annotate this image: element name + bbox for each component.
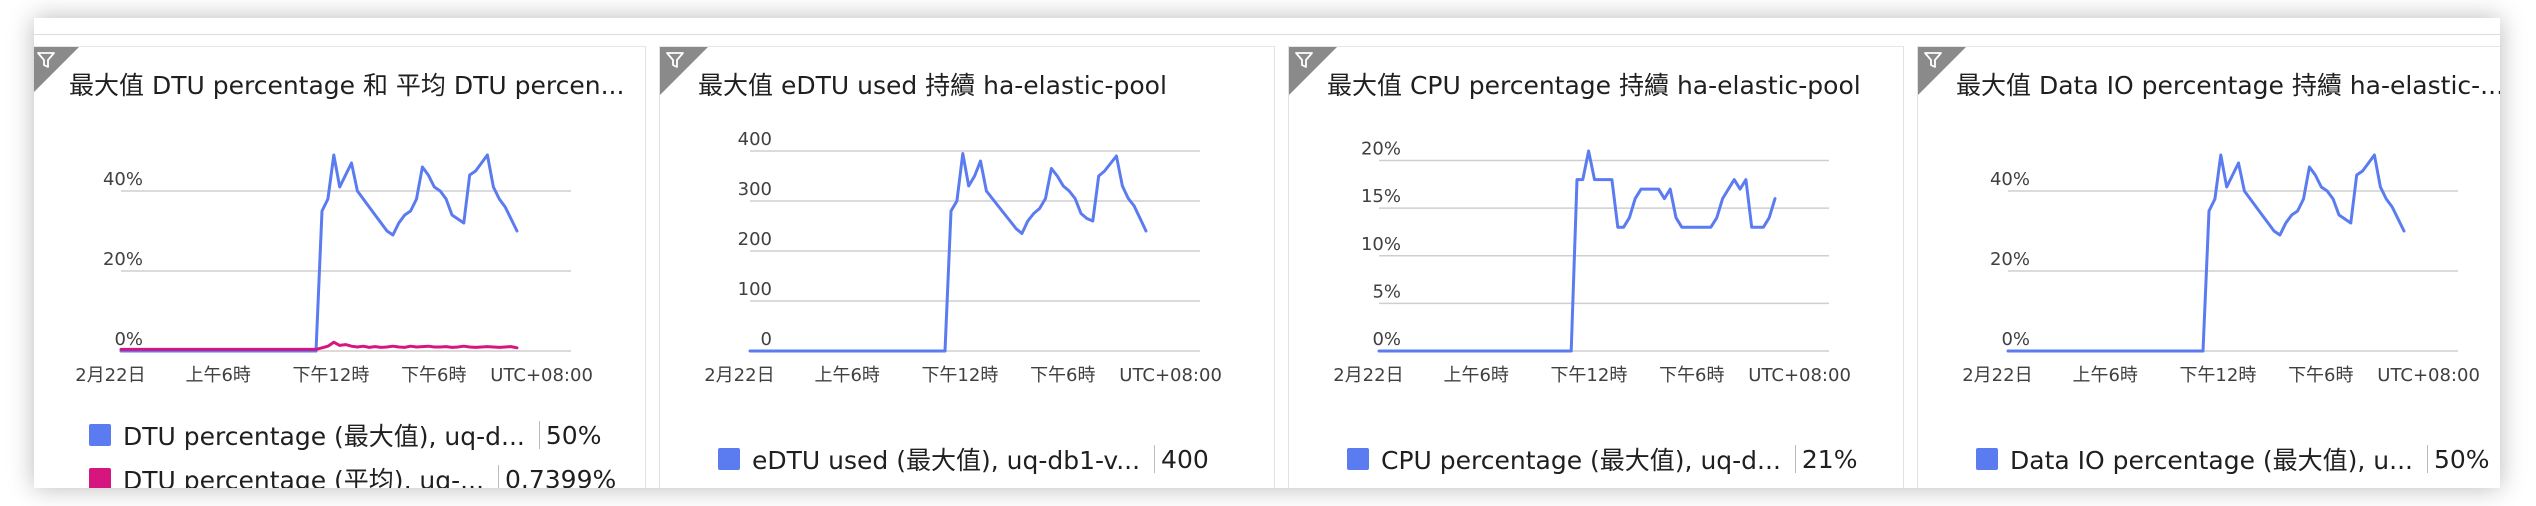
x-tick-label: 下午6時 (1030, 365, 1095, 386)
y-tick-label: 10% (1361, 234, 1401, 255)
chart-tile-edtu-used[interactable]: 最大值 eDTU used 持續 ha-elastic-pool 400 300 2… (659, 46, 1275, 488)
x-tick-label: UTC+08:00 (1748, 365, 1851, 386)
x-tick-label: 2月22日 (1962, 365, 2032, 386)
x-tick-label: UTC+08:00 (2377, 365, 2480, 386)
legend-value: 400 (1161, 444, 1209, 474)
line-chart: 40% 20% 0% 2月22日 上午6時 下午12時 下午6時 UTC+08:00 (1962, 153, 2480, 386)
dashboard-frame: 最大值 DTU percentage 和 平均 DTU percen... 40… (34, 18, 2500, 488)
chart-tile-cpu-percentage[interactable]: 最大值 CPU percentage 持續 ha-elastic-pool 20… (1288, 46, 1904, 488)
chart-tile-data-io-percentage[interactable]: 最大值 Data IO percentage 持續 ha-elastic-...… (1917, 46, 2500, 488)
x-tick-label: 上午6時 (1443, 365, 1508, 386)
y-tick-label: 0% (2001, 329, 2030, 350)
y-tick-label: 40% (103, 169, 143, 190)
x-tick-label: 下午6時 (1659, 365, 1724, 386)
legend-swatch (718, 448, 740, 470)
x-tick-label: UTC+08:00 (1119, 365, 1222, 386)
x-tick-label: 下午12時 (1550, 365, 1627, 386)
dashboard-top-strip (34, 18, 2500, 35)
y-tick-label: 200 (738, 229, 772, 250)
legend-label: DTU percentage (平均), uq-... (123, 466, 485, 488)
legend-value: 21% (1801, 444, 1858, 474)
legend-item[interactable]: DTU percentage (平均), uq-... 0.7399% (89, 461, 616, 488)
legend-item[interactable]: CPU percentage (最大值), uq-d... 21% (1347, 441, 1857, 477)
series-line-magenta (119, 340, 519, 351)
chart-tile-dtu-percentage[interactable]: 最大值 DTU percentage 和 平均 DTU percen... 40… (34, 46, 646, 488)
legend-label: eDTU used (最大值), uq-db1-v... (752, 446, 1141, 475)
x-tick-label: 上午6時 (2072, 365, 2137, 386)
legend-swatch (1976, 448, 1998, 470)
legend-divider (538, 421, 540, 449)
line-chart: 400 300 200 100 0 2月22日 上午6時 下午12時 下午6時 UTC+08:00 (704, 129, 1222, 386)
legend-label: CPU percentage (最大值), uq-d... (1381, 446, 1781, 475)
series-line-blue (1377, 149, 1777, 353)
legend-divider (2427, 445, 2428, 473)
legend-divider (1794, 445, 1796, 473)
y-tick-label: 400 (738, 129, 772, 150)
x-tick-label: 2月22日 (1333, 365, 1403, 386)
y-tick-label: 100 (738, 279, 772, 300)
y-tick-label: 0 (761, 329, 772, 350)
legend-label: DTU percentage (最大值), uq-d... (123, 422, 525, 451)
x-tick-label: UTC+08:00 (490, 365, 593, 386)
legend-divider (498, 465, 500, 488)
legend-item[interactable]: Data IO percentage (最大值), u... 50% (1976, 441, 2490, 477)
y-tick-label: 0% (114, 329, 143, 350)
line-chart: 20% 15% 10% 5% 0% 2月22日 上午6時 下午12時 下午6時 UTC+08:00 (1333, 139, 1851, 386)
y-tick-label: 20% (1361, 139, 1401, 160)
legend-value: 50% (545, 420, 602, 450)
legend-swatch (1347, 448, 1369, 470)
x-tick-label: 下午12時 (292, 365, 369, 386)
legend-value: 0.7399% (505, 464, 617, 489)
x-tick-label: 上午6時 (814, 365, 879, 386)
legend-swatch (89, 424, 111, 446)
x-tick-label: 下午12時 (921, 365, 998, 386)
y-tick-label: 15% (1361, 186, 1401, 207)
legend-item[interactable]: eDTU used (最大值), uq-db1-v... 400 (718, 441, 1209, 477)
x-tick-label: 2月22日 (704, 365, 774, 386)
legend-swatch (89, 468, 111, 488)
legend-item[interactable]: DTU percentage (最大值), uq-d... 50% (89, 417, 601, 453)
legend-label: Data IO percentage (最大值), u... (2010, 446, 2413, 475)
y-tick-label: 40% (1990, 169, 2030, 190)
series-line-blue (2006, 153, 2406, 353)
series-line-blue (119, 153, 519, 353)
y-tick-label: 20% (103, 249, 143, 270)
x-tick-label: 上午6時 (185, 365, 250, 386)
series-line-blue (748, 152, 1148, 353)
x-tick-label: 下午6時 (2288, 365, 2353, 386)
y-tick-label: 300 (738, 179, 772, 200)
x-tick-label: 下午6時 (401, 365, 466, 386)
x-tick-label: 2月22日 (75, 365, 145, 386)
y-tick-label: 5% (1372, 281, 1401, 302)
legend-value: 50% (2434, 444, 2490, 474)
x-tick-label: 下午12時 (2179, 365, 2256, 386)
y-tick-label: 20% (1990, 249, 2030, 270)
y-tick-label: 0% (1372, 329, 1401, 350)
legend-divider (1154, 445, 1156, 473)
